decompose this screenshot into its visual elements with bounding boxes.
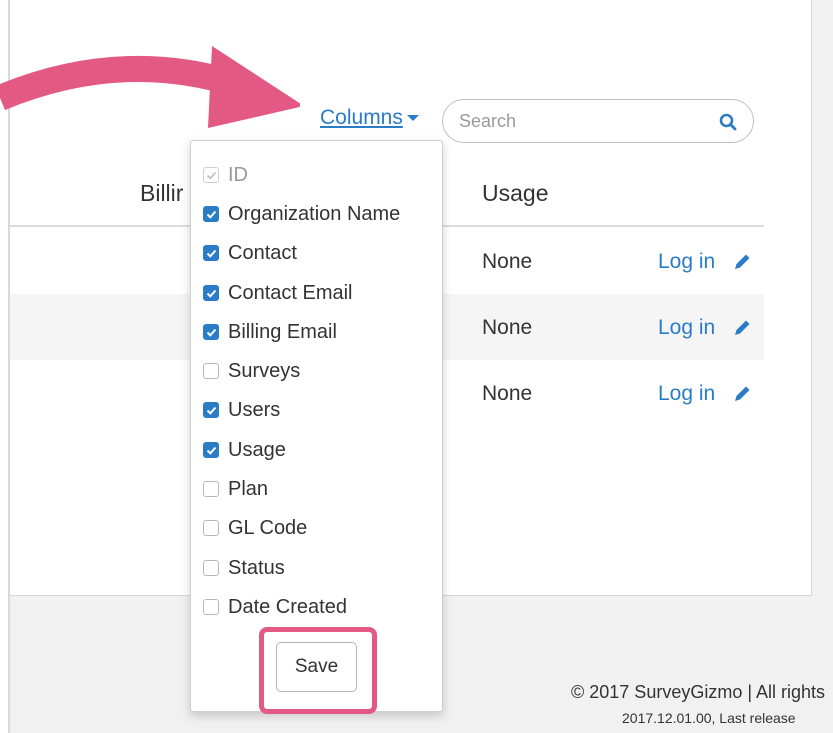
search-icon[interactable] <box>719 113 737 131</box>
checkbox[interactable] <box>203 206 219 222</box>
curved-arrow-icon <box>0 46 300 128</box>
column-option-usage[interactable]: Usage <box>203 436 433 464</box>
checkbox[interactable] <box>203 520 219 536</box>
footer-version: 2017.12.01.00, Last release <box>622 710 796 726</box>
option-label: Contact <box>228 241 297 264</box>
pencil-icon[interactable] <box>732 252 752 272</box>
checkbox[interactable] <box>203 324 219 340</box>
search-box <box>442 99 754 143</box>
columns-label: Columns <box>320 106 403 129</box>
usage-cell: None <box>482 382 533 405</box>
columns-dropdown-toggle[interactable]: Columns <box>320 106 419 130</box>
column-option-id: ID <box>203 161 433 189</box>
save-button[interactable]: Save <box>276 642 357 692</box>
usage-cell: None <box>482 250 533 273</box>
option-label: Plan <box>228 477 269 500</box>
option-label: Billing Email <box>228 320 337 343</box>
checkbox[interactable] <box>203 481 219 497</box>
option-label: ID <box>228 163 248 186</box>
login-link[interactable]: Log in <box>658 316 715 340</box>
column-option-plan[interactable]: Plan <box>203 475 433 503</box>
checkbox[interactable] <box>203 363 219 379</box>
usage-cell: None <box>482 316 533 339</box>
column-option-status[interactable]: Status <box>203 554 433 582</box>
footer-copyright: © 2017 SurveyGizmo | All rights <box>571 682 826 702</box>
checkbox[interactable] <box>203 560 219 576</box>
checkbox[interactable] <box>203 442 219 458</box>
checkbox[interactable] <box>203 599 219 615</box>
column-option-gl-code[interactable]: GL Code <box>203 514 433 542</box>
column-option-contact-email[interactable]: Contact Email <box>203 279 433 307</box>
column-option-date-created[interactable]: Date Created <box>203 593 433 621</box>
column-option-surveys[interactable]: Surveys <box>203 357 433 385</box>
column-header-billing: Billir <box>140 180 184 206</box>
option-label: Status <box>228 556 285 579</box>
checkbox <box>203 167 219 183</box>
checkbox[interactable] <box>203 245 219 261</box>
checkbox[interactable] <box>203 285 219 301</box>
option-label: Contact Email <box>228 281 353 304</box>
column-option-users[interactable]: Users <box>203 396 433 424</box>
column-header-usage: Usage <box>482 180 549 206</box>
caret-down-icon <box>406 115 419 122</box>
option-label: Organization Name <box>228 202 401 225</box>
pencil-icon[interactable] <box>732 318 752 338</box>
option-label: Surveys <box>228 359 301 382</box>
login-link[interactable]: Log in <box>658 250 715 274</box>
option-label: Date Created <box>228 595 347 618</box>
login-link[interactable]: Log in <box>658 382 715 406</box>
search-input[interactable] <box>459 108 709 134</box>
column-option-organization-name[interactable]: Organization Name <box>203 200 433 228</box>
checkbox[interactable] <box>203 402 219 418</box>
column-option-contact[interactable]: Contact <box>203 239 433 267</box>
option-label: Usage <box>228 438 286 461</box>
option-label: Users <box>228 398 281 421</box>
column-option-billing-email[interactable]: Billing Email <box>203 318 433 346</box>
option-label: GL Code <box>228 516 308 539</box>
pencil-icon[interactable] <box>732 384 752 404</box>
